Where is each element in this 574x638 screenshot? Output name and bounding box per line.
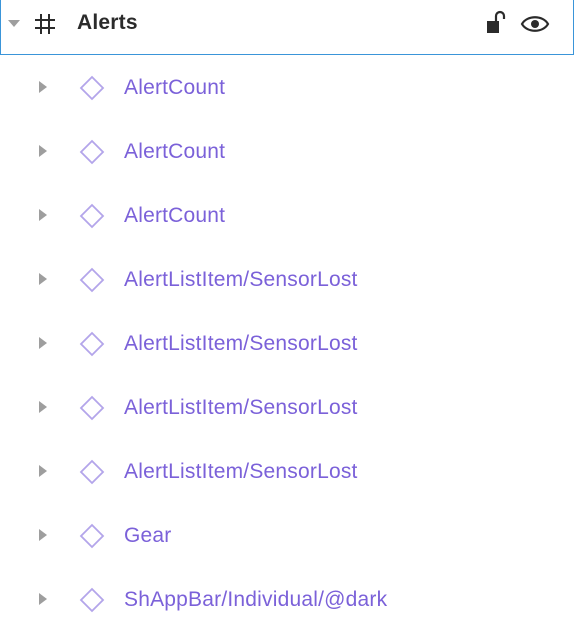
- expand-caret-right-icon[interactable]: [39, 273, 47, 285]
- layer-row[interactable]: AlertCount: [0, 56, 574, 120]
- expand-caret-right-icon[interactable]: [39, 593, 47, 605]
- layer-row[interactable]: AlertCount: [0, 184, 574, 248]
- expand-caret-right-icon[interactable]: [39, 81, 47, 93]
- expand-caret-down-icon[interactable]: [8, 20, 20, 27]
- layer-label: Gear: [124, 524, 172, 547]
- layer-label: AlertCount: [124, 76, 226, 99]
- layer-label: AlertListItem/SensorLost: [124, 396, 358, 419]
- unlocked-padlock-icon[interactable]: [485, 10, 507, 36]
- expand-caret-right-icon[interactable]: [39, 529, 47, 541]
- layer-row[interactable]: AlertListItem/SensorLost: [0, 440, 574, 504]
- component-diamond-icon: [79, 459, 105, 485]
- component-diamond-icon: [79, 331, 105, 357]
- layer-label: AlertListItem/SensorLost: [124, 268, 358, 291]
- layer-row[interactable]: ShAppBar/Individual/@dark: [0, 568, 574, 632]
- layer-row[interactable]: Gear: [0, 504, 574, 568]
- layer-label: AlertListItem/SensorLost: [124, 460, 358, 483]
- expand-caret-right-icon[interactable]: [39, 337, 47, 349]
- layer-row[interactable]: AlertListItem/SensorLost: [0, 376, 574, 440]
- layer-row[interactable]: AlertListItem/SensorLost: [0, 248, 574, 312]
- layer-row[interactable]: AlertCount: [0, 120, 574, 184]
- hash-frame-icon: [35, 14, 55, 34]
- layer-label: AlertCount: [124, 140, 226, 163]
- component-diamond-icon: [79, 75, 105, 101]
- frame-layer-row-alerts[interactable]: Alerts: [0, 0, 574, 55]
- frame-title: Alerts: [77, 11, 138, 34]
- layer-label: AlertListItem/SensorLost: [124, 332, 358, 355]
- component-diamond-icon: [79, 395, 105, 421]
- layer-row[interactable]: AlertListItem/SensorLost: [0, 312, 574, 376]
- layer-label: AlertCount: [124, 204, 226, 227]
- expand-caret-right-icon[interactable]: [39, 209, 47, 221]
- component-diamond-icon: [79, 203, 105, 229]
- expand-caret-right-icon[interactable]: [39, 401, 47, 413]
- component-diamond-icon: [79, 267, 105, 293]
- layer-label: ShAppBar/Individual/@dark: [124, 588, 388, 611]
- eye-icon[interactable]: [520, 13, 550, 35]
- layers-panel: Alerts AlertCount AlertCount AlertCount Ale…: [0, 0, 574, 638]
- component-diamond-icon: [79, 523, 105, 549]
- expand-caret-right-icon[interactable]: [39, 465, 47, 477]
- component-diamond-icon: [79, 587, 105, 613]
- component-diamond-icon: [79, 139, 105, 165]
- expand-caret-right-icon[interactable]: [39, 145, 47, 157]
